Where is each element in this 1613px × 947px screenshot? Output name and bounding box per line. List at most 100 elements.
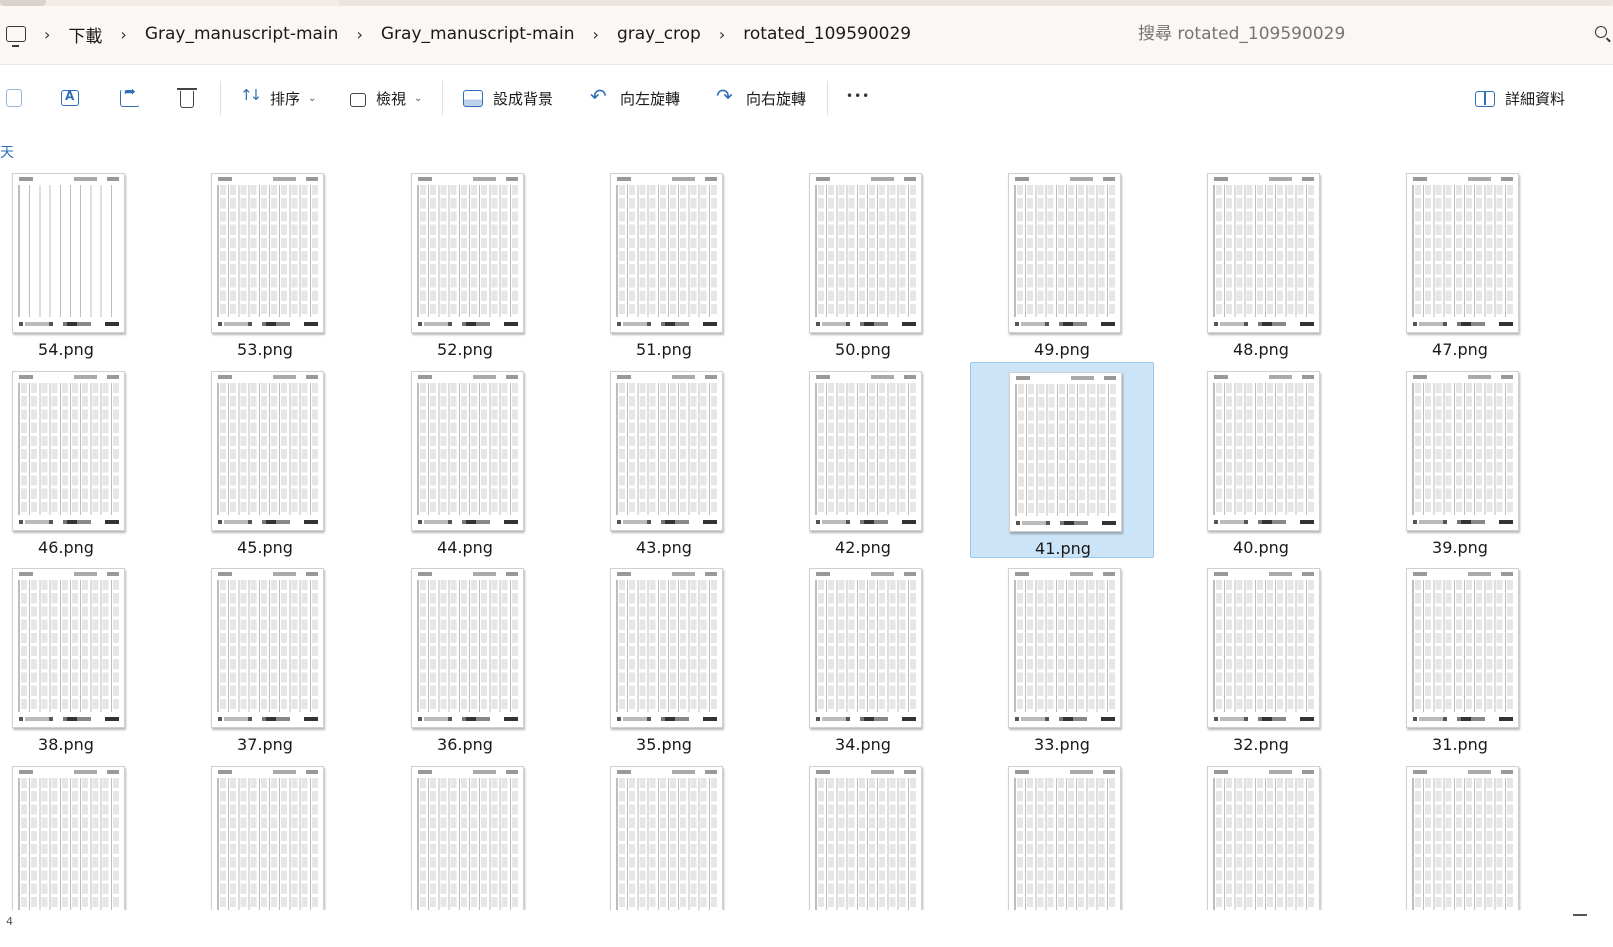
image-thumbnail [610,766,723,910]
file-name: 47.png [1432,340,1488,359]
image-thumbnail [1009,372,1122,532]
file-item[interactable]: 44.png [373,362,557,558]
file-name: 50.png [835,340,891,359]
image-thumbnail [211,173,324,333]
image-thumbnail [1008,173,1121,333]
search-input[interactable] [1138,24,1538,44]
rename-button[interactable] [61,83,79,113]
search-box[interactable] [1120,14,1613,54]
more-options-button[interactable] [846,83,870,113]
file-name: 43.png [636,538,692,557]
file-item[interactable]: 40.png [1169,362,1353,558]
computer-icon[interactable] [6,26,26,47]
file-item[interactable]: 36.png [373,559,557,755]
file-item[interactable]: 48.png [1169,164,1353,360]
file-item[interactable]: 51.png [572,164,756,360]
file-item[interactable]: 38.png [0,559,158,755]
file-item[interactable]: 37.png [173,559,357,755]
file-item[interactable]: 35.png [572,559,756,755]
breadcrumb-downloads[interactable]: 下載 [68,22,102,47]
file-item[interactable]: 34.png [771,559,955,755]
file-item[interactable]: 39.png [1368,362,1552,558]
sort-button[interactable]: 排序 ⌄ [240,83,316,113]
copy-button[interactable] [6,83,22,113]
rotate-left-button[interactable]: 向左旋轉 [590,83,680,113]
file-item[interactable]: 42.png [771,362,955,558]
file-item[interactable]: 52.png [373,164,557,360]
file-item[interactable] [1368,757,1552,910]
file-item[interactable] [572,757,756,910]
image-thumbnail [1207,173,1320,333]
view-button[interactable]: 檢視 ⌄ [350,83,422,113]
status-bar: 4 [0,910,1613,947]
file-item[interactable]: 33.png [970,559,1154,755]
file-name: 35.png [636,735,692,754]
chevron-right-icon[interactable]: › [593,25,599,44]
toolbar-divider [442,81,443,115]
file-item[interactable]: 45.png [173,362,357,558]
file-item[interactable] [373,757,557,910]
list-view-toggle[interactable] [1573,914,1587,916]
file-item[interactable]: 41.png [970,362,1154,558]
file-name: 51.png [636,340,692,359]
address-bar[interactable]: › 下載 › Gray_manuscript-main › Gray_manus… [0,14,1110,54]
address-row: › 下載 › Gray_manuscript-main › Gray_manus… [0,6,1613,64]
chevron-right-icon[interactable]: › [120,25,126,44]
file-name: 48.png [1233,340,1289,359]
image-thumbnail [12,568,125,728]
breadcrumb-gray-manuscript-main[interactable]: Gray_manuscript-main [145,24,339,44]
file-item[interactable]: 43.png [572,362,756,558]
image-thumbnail [411,766,524,910]
file-name: 41.png [1035,539,1091,558]
sort-label: 排序 [270,89,301,108]
breadcrumb-gray-manuscript-main-inner[interactable]: Gray_manuscript-main [381,24,575,44]
set-background-button[interactable]: 設成背景 [463,83,553,113]
file-item[interactable]: 31.png [1368,559,1552,755]
file-item[interactable]: 46.png [0,362,158,558]
trash-icon [177,88,197,108]
file-name: 40.png [1233,538,1289,557]
image-thumbnail [1406,766,1519,910]
file-item[interactable]: 32.png [1169,559,1353,755]
file-item[interactable] [173,757,357,910]
rotate-right-button[interactable]: 向右旋轉 [716,83,806,113]
chevron-right-icon[interactable]: › [719,25,725,44]
image-thumbnail [12,371,125,531]
file-item[interactable] [970,757,1154,910]
file-item[interactable]: 54.png [0,164,158,360]
delete-button[interactable] [177,83,197,113]
file-name: 39.png [1432,538,1488,557]
breadcrumb-current-folder[interactable]: rotated_109590029 [743,24,911,44]
file-name: 42.png [835,538,891,557]
file-name: 36.png [437,735,493,754]
file-name: 53.png [237,340,293,359]
file-item[interactable]: 49.png [970,164,1154,360]
breadcrumb-gray-crop[interactable]: gray_crop [617,24,701,44]
image-thumbnail [610,568,723,728]
group-header[interactable]: 天 [0,142,14,162]
image-thumbnail [1207,568,1320,728]
image-thumbnail [12,173,125,333]
file-item[interactable]: 47.png [1368,164,1552,360]
chevron-right-icon[interactable]: › [44,25,50,44]
image-thumbnail [1207,371,1320,531]
toolbar-divider [827,81,828,115]
image-thumbnail [411,173,524,333]
copy-icon [6,89,22,107]
image-thumbnail [809,568,922,728]
sort-icon [240,86,260,108]
file-name: 52.png [437,340,493,359]
search-icon[interactable] [1595,26,1607,38]
image-thumbnail [610,371,723,531]
share-button[interactable] [120,83,140,113]
file-item[interactable] [1169,757,1353,910]
chevron-right-icon[interactable]: › [356,25,362,44]
details-pane-button[interactable]: 詳細資料 [1475,83,1565,113]
file-name: 45.png [237,538,293,557]
rotate-left-icon [590,84,610,108]
file-item[interactable] [0,757,158,910]
file-item[interactable]: 53.png [173,164,357,360]
file-item[interactable] [771,757,955,910]
file-item[interactable]: 50.png [771,164,955,360]
image-thumbnail [211,371,324,531]
